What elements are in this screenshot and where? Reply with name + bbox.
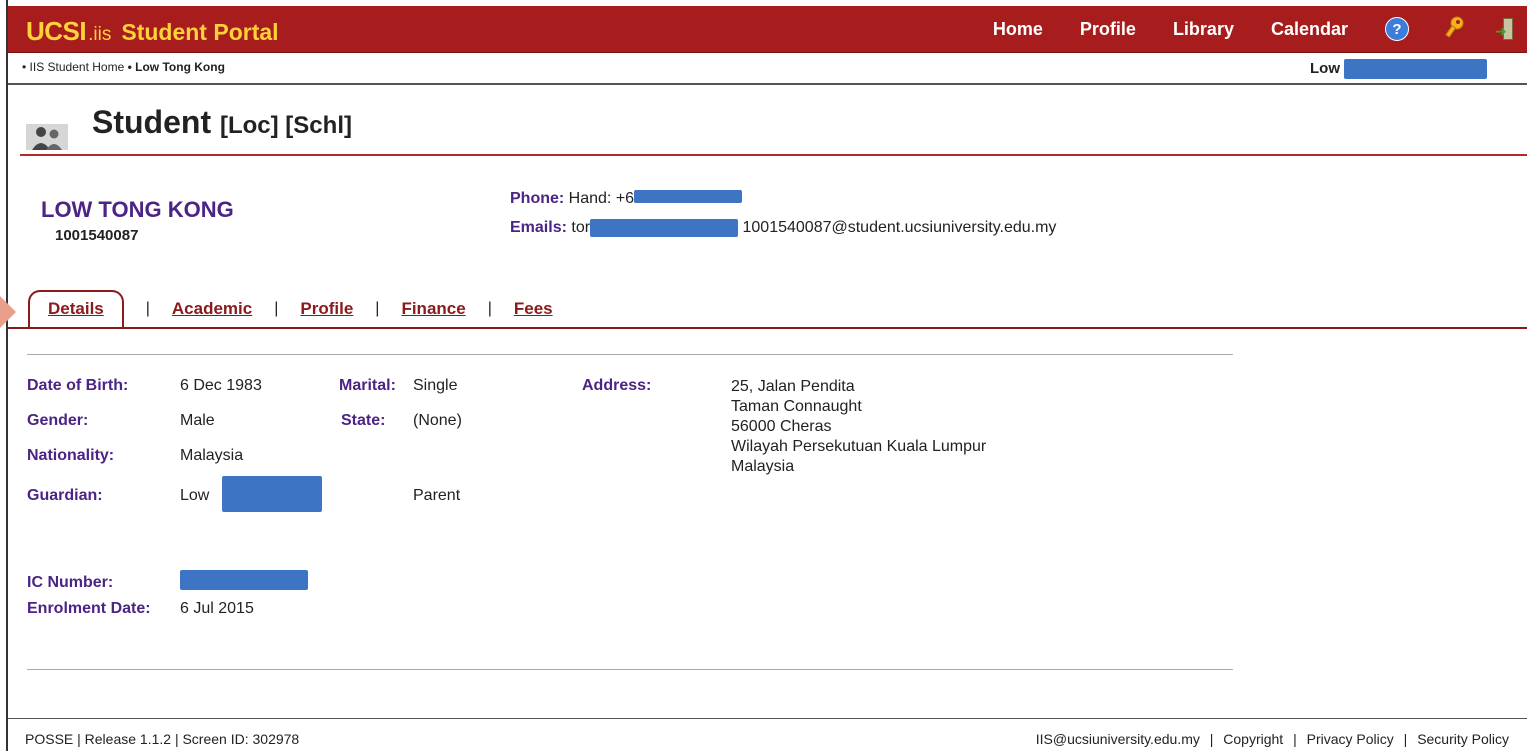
- phone-label: Phone:: [510, 190, 565, 207]
- exit-icon[interactable]: ➜: [1495, 18, 1513, 40]
- guardian-relation: Parent: [413, 487, 461, 504]
- address-block: 25, Jalan Pendita Taman Connaught 56000 …: [731, 377, 986, 477]
- phone-value: Hand: +6: [568, 190, 635, 207]
- footer-divider: [8, 718, 1527, 719]
- nav-home[interactable]: Home: [993, 19, 1043, 40]
- footer-copyright-link[interactable]: Copyright: [1223, 731, 1283, 747]
- nationality-value: Malaysia: [180, 447, 244, 464]
- tab-separator: |: [145, 300, 150, 317]
- student-email[interactable]: 1001540087@student.ucsiuniversity.edu.my: [743, 219, 1057, 236]
- tab-finance[interactable]: Finance: [401, 299, 465, 319]
- details-bottom-divider: [27, 669, 1233, 670]
- user-name-prefix: Low: [1310, 59, 1340, 77]
- marital-label: Marital:: [339, 377, 396, 394]
- logged-in-user: Low: [1310, 59, 1488, 79]
- top-nav: Home Profile Library Calendar ? ➜: [993, 6, 1527, 52]
- address-line: Malaysia: [731, 458, 795, 475]
- footer-separator: |: [1293, 731, 1297, 747]
- details-top-divider: [27, 354, 1233, 355]
- tab-pointer-arrow: [0, 296, 16, 328]
- title-divider: [20, 154, 1527, 156]
- student-name: LOW TONG KONG: [41, 197, 234, 222]
- breadcrumb-bar: • IIS Student Home • Low Tong Kong Low: [8, 53, 1527, 85]
- marital-value: Single: [413, 377, 458, 394]
- emails-label: Emails:: [510, 219, 567, 237]
- help-icon[interactable]: ?: [1385, 17, 1409, 41]
- enrolment-label: Enrolment Date:: [27, 600, 151, 617]
- brand-ucsi: UCSI: [26, 16, 87, 46]
- nav-profile[interactable]: Profile: [1080, 19, 1136, 40]
- page-title-text: Student: [92, 104, 212, 140]
- exit-arrow: ➜: [1495, 23, 1507, 39]
- tab-fees[interactable]: Fees: [514, 299, 553, 319]
- footer-separator: |: [1403, 731, 1408, 747]
- address-line: 56000 Cheras: [731, 418, 832, 435]
- footer-release-info: POSSE | Release 1.1.2 | Screen ID: 30297…: [25, 731, 300, 747]
- page-title-suffix: [Loc] [Schl]: [219, 112, 352, 139]
- portal-logo[interactable]: UCSI .iis Student Portal: [26, 16, 279, 47]
- dob-label: Date of Birth:: [27, 377, 129, 394]
- redacted-phone: [634, 190, 743, 203]
- guardian-value: Low: [180, 487, 210, 504]
- phone-row: Phone: Hand: +6: [510, 190, 743, 208]
- footer-separator: |: [1209, 731, 1214, 747]
- gender-label: Gender:: [27, 412, 89, 429]
- nav-library[interactable]: Library: [1173, 19, 1234, 40]
- redacted-ic-number: [180, 570, 308, 590]
- tab-separator: |: [487, 300, 492, 317]
- address-line: 25, Jalan Pendita: [731, 378, 855, 395]
- email-prefix: tor: [571, 219, 591, 237]
- redacted-user-name: [1344, 59, 1488, 79]
- email-row: Emails: tor 1001540087@student.ucsiunive…: [510, 219, 1056, 237]
- footer-security-link[interactable]: Security Policy: [1417, 731, 1509, 747]
- tab-separator: |: [375, 300, 380, 317]
- brand-portal-title: Student Portal: [121, 19, 279, 45]
- tab-bar: Details | Academic | Profile | Finance |…: [28, 290, 553, 328]
- student-id: 1001540087: [55, 227, 139, 244]
- key-icon[interactable]: [1445, 16, 1465, 42]
- tab-details[interactable]: Details: [28, 290, 124, 328]
- tab-profile[interactable]: Profile: [300, 299, 353, 319]
- gender-value: Male: [180, 412, 215, 429]
- state-value: (None): [413, 412, 462, 429]
- tabs-divider: [8, 327, 1527, 329]
- breadcrumb-current: • Low Tong Kong: [127, 60, 225, 74]
- top-header: UCSI .iis Student Portal Home Profile Libr…: [8, 6, 1527, 53]
- address-label: Address:: [582, 377, 652, 394]
- redacted-guardian-name: [222, 476, 322, 512]
- footer-links: IIS@ucsiuniversity.edu.my | Copyright | …: [1036, 731, 1509, 747]
- brand-iis: .iis: [88, 24, 112, 45]
- guardian-label: Guardian:: [27, 487, 103, 504]
- redacted-email: [590, 219, 739, 237]
- breadcrumb: • IIS Student Home • Low Tong Kong: [22, 60, 225, 74]
- state-label: State:: [341, 412, 386, 429]
- enrolment-value: 6 Jul 2015: [180, 600, 254, 617]
- footer-privacy-link[interactable]: Privacy Policy: [1307, 731, 1394, 747]
- nav-calendar[interactable]: Calendar: [1271, 19, 1348, 40]
- dob-value: 6 Dec 1983: [180, 377, 262, 394]
- page-title: Student [Loc] [Schl]: [92, 104, 352, 141]
- student-group-icon: [26, 118, 68, 150]
- address-line: Taman Connaught: [731, 398, 862, 415]
- tab-academic[interactable]: Academic: [172, 299, 252, 319]
- window-border: [6, 0, 8, 751]
- tab-separator: |: [274, 300, 279, 317]
- footer-email-link[interactable]: IIS@ucsiuniversity.edu.my: [1036, 731, 1200, 747]
- nationality-label: Nationality:: [27, 447, 115, 464]
- ic-number-label: IC Number:: [27, 574, 114, 591]
- breadcrumb-home[interactable]: • IIS Student Home: [22, 60, 124, 74]
- address-line: Wilayah Persekutuan Kuala Lumpur: [731, 438, 987, 455]
